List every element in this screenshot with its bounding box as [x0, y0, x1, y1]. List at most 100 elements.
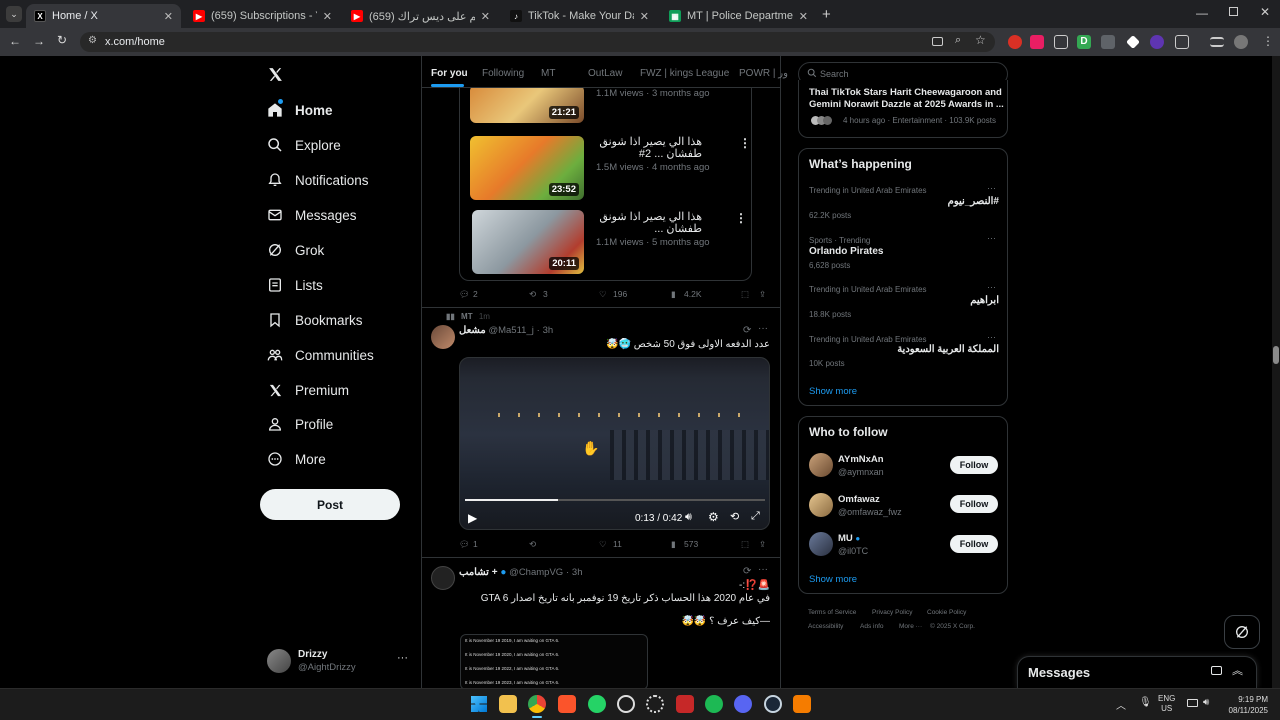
avatar[interactable]: [431, 566, 455, 590]
more-dots-icon[interactable]: ···: [397, 652, 408, 664]
follow-button[interactable]: Follow: [950, 495, 998, 513]
news-card[interactable]: Thai TikTok Stars Harit Cheewagaroon and…: [798, 80, 1008, 138]
avatar[interactable]: [809, 493, 833, 517]
show-more-link[interactable]: Show more: [809, 574, 857, 585]
footer-link[interactable]: Accessibility: [808, 623, 843, 630]
play-icon[interactable]: ▶: [468, 511, 477, 525]
app-orange-icon[interactable]: [793, 695, 811, 713]
grok-icon[interactable]: ⟳: [743, 566, 751, 577]
steam-icon[interactable]: [764, 695, 782, 713]
nav-lists[interactable]: Lists: [266, 271, 323, 299]
minimize-button[interactable]: —: [1196, 6, 1208, 20]
site-info-icon[interactable]: ⚙: [88, 35, 97, 46]
bookmark-icon[interactable]: ⬚: [741, 539, 749, 550]
reading-list-icon[interactable]: [1210, 37, 1224, 47]
video-thumbnail[interactable]: 23:52: [470, 136, 584, 200]
fullscreen-icon[interactable]: ⤢: [751, 510, 760, 523]
network-icon[interactable]: [1187, 699, 1198, 707]
tab-youtube-video[interactable]: ▶ (659) رد فعل وائم على ديس تراك ✕: [343, 4, 498, 28]
nav-notifications[interactable]: Notifications: [266, 166, 369, 194]
extension-red-icon[interactable]: [1008, 35, 1022, 49]
settings-icon[interactable]: ⚙: [708, 510, 719, 524]
close-icon[interactable]: ✕: [481, 10, 490, 23]
views-icon[interactable]: ▮: [671, 539, 676, 550]
nav-home[interactable]: Home: [266, 96, 333, 124]
page-scrollbar[interactable]: [1272, 56, 1280, 688]
footer-link[interactable]: Terms of Service: [808, 609, 856, 616]
x-logo-icon[interactable]: [267, 66, 284, 83]
follow-button[interactable]: Follow: [950, 535, 998, 553]
more-dots-icon[interactable]: ···: [987, 233, 996, 243]
reply-icon[interactable]: 💬︎: [459, 289, 470, 300]
maximize-button[interactable]: [1229, 7, 1238, 16]
cast-icon[interactable]: [932, 37, 943, 46]
more-dots-icon[interactable]: ···: [987, 183, 996, 193]
trend-topic[interactable]: #النصر_نيوم: [809, 196, 999, 207]
tab-powr[interactable]: POWR | ور: [739, 68, 788, 79]
video-title[interactable]: هذا الي يصير اذا شونق طفشان ... 2#: [592, 136, 702, 160]
nav-bookmarks[interactable]: Bookmarks: [266, 306, 363, 334]
nav-messages[interactable]: Messages: [266, 201, 357, 229]
trend-topic[interactable]: ابراهيم: [809, 295, 999, 306]
post-author[interactable]: تشامب + ● @ChampVG · 3h: [459, 567, 582, 578]
extension-d-icon[interactable]: D: [1077, 35, 1091, 49]
grok-icon[interactable]: ⟳: [743, 325, 751, 336]
post-image[interactable]: It is November 19 2019, I am waiting on …: [460, 634, 648, 690]
more-dots-icon[interactable]: ···: [987, 332, 996, 342]
extensions-puzzle-icon[interactable]: [1175, 35, 1189, 49]
more-vertical-icon[interactable]: ⋮: [735, 211, 747, 225]
whatsapp-icon[interactable]: [588, 695, 606, 713]
like-icon[interactable]: ♡: [599, 539, 607, 550]
more-dots-icon[interactable]: ···: [758, 323, 768, 334]
video-thumbnail[interactable]: 20:11: [472, 210, 584, 274]
chevron-up-icon[interactable]: ︽: [1232, 662, 1243, 678]
tab-for-you[interactable]: For you: [431, 68, 468, 79]
avatar[interactable]: [431, 325, 455, 349]
tab-home-x[interactable]: X Home / X ✕: [26, 4, 181, 28]
share-icon[interactable]: ⇪: [759, 539, 766, 550]
grok-floating-button[interactable]: [1224, 615, 1260, 649]
tab-tiktok[interactable]: ♪ TikTok - Make Your Day ✕: [502, 4, 657, 28]
footer-link[interactable]: Ads info: [860, 623, 884, 630]
like-icon[interactable]: ♡: [599, 289, 607, 300]
forward-icon[interactable]: →: [33, 34, 45, 48]
views-icon[interactable]: ▮: [671, 289, 676, 300]
loop-icon[interactable]: ⟲: [730, 510, 739, 523]
tab-search-button[interactable]: ⌄: [6, 6, 22, 22]
repost-icon[interactable]: ⟲: [529, 539, 536, 550]
brave-icon[interactable]: [558, 695, 576, 713]
nav-communities[interactable]: Communities: [266, 341, 374, 369]
more-dots-icon[interactable]: ···: [987, 282, 996, 292]
repost-icon[interactable]: ⟲: [529, 289, 536, 300]
close-window-button[interactable]: ✕: [1260, 5, 1270, 19]
bookmark-star-icon[interactable]: ☆: [975, 33, 986, 47]
file-explorer-icon[interactable]: [499, 695, 517, 713]
address-bar[interactable]: ⚙ x.com/home ⌕ ☆: [80, 32, 995, 52]
volume-icon[interactable]: 🔊︎: [1203, 697, 1209, 708]
video-thumbnail[interactable]: 21:21: [470, 85, 584, 123]
account-switcher[interactable]: Drizzy @AightDrizzy ···: [264, 646, 414, 678]
post-button[interactable]: Post: [260, 489, 400, 520]
extension-grid-icon[interactable]: [1054, 35, 1068, 49]
messages-drawer[interactable]: Messages ︽: [1017, 656, 1257, 688]
extension-pink-icon[interactable]: [1030, 35, 1044, 49]
nav-more[interactable]: More: [266, 445, 326, 473]
bookmark-icon[interactable]: ⬚: [741, 289, 749, 300]
tab-outlaw[interactable]: OutLaw: [588, 68, 622, 79]
discord-icon[interactable]: [734, 695, 752, 713]
new-tab-button[interactable]: +: [822, 6, 831, 23]
app-dots-icon[interactable]: [646, 695, 664, 713]
nav-premium[interactable]: Premium: [266, 376, 349, 404]
chrome-icon[interactable]: [528, 695, 546, 713]
tab-following[interactable]: Following: [482, 68, 524, 79]
volume-icon[interactable]: 🔊︎: [685, 511, 692, 524]
app-red-icon[interactable]: [676, 695, 694, 713]
video-progress-track[interactable]: [465, 499, 765, 501]
video-title[interactable]: هذا الي يصير اذا شونق طفشان ...: [592, 211, 702, 235]
tab-youtube-subscriptions[interactable]: ▶ (659) Subscriptions - YouTube ✕: [185, 4, 340, 28]
trend-topic[interactable]: Orlando Pirates: [809, 246, 883, 257]
zoom-icon[interactable]: ⌕: [955, 34, 961, 47]
tab-mt-police[interactable]: ▦ MT | Police Departments v7.0 · ✕: [661, 4, 816, 28]
footer-link[interactable]: More ···: [899, 623, 922, 630]
app-g-icon[interactable]: [617, 695, 635, 713]
